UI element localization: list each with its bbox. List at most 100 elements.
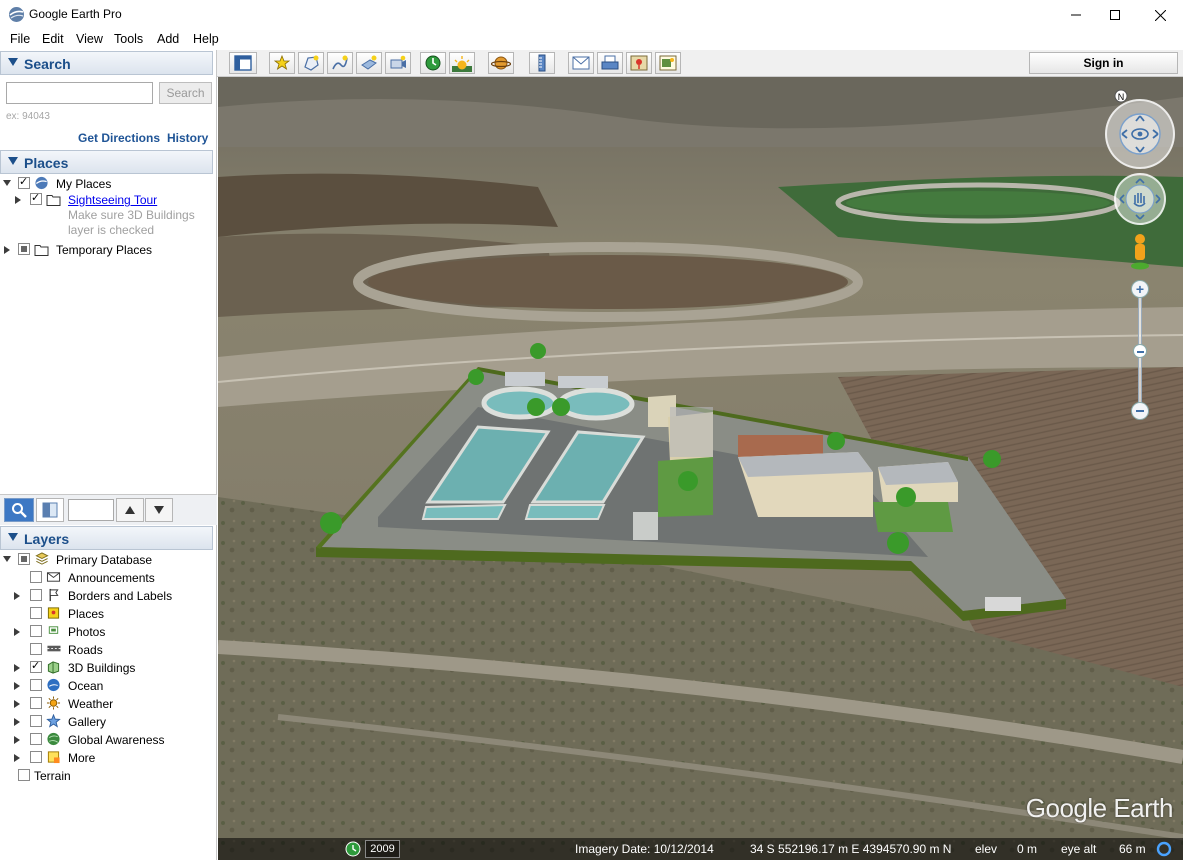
move-down-button[interactable] [145, 498, 173, 522]
switch-planet-button[interactable] [488, 52, 514, 74]
layer-checkbox[interactable] [30, 607, 42, 619]
layer-checkbox[interactable] [30, 643, 42, 655]
look-joystick[interactable] [1105, 99, 1175, 169]
expand-arrow-icon[interactable] [14, 592, 20, 600]
layer-item-gallery[interactable]: Gallery [0, 714, 217, 730]
layer-item-roads[interactable]: Roads [0, 642, 217, 658]
layer-item-primary-database[interactable]: Primary Database [0, 552, 217, 568]
street-view-pegman[interactable] [1130, 233, 1150, 271]
satellite-imagery[interactable] [218, 77, 1183, 860]
layer-checkbox[interactable] [30, 625, 42, 637]
add-path-button[interactable] [327, 52, 353, 74]
sign-in-button[interactable]: Sign in [1029, 52, 1178, 74]
lawn [873, 502, 953, 532]
move-joystick[interactable] [1114, 173, 1166, 225]
layer-item-places[interactable]: Places [0, 606, 217, 622]
expand-arrow-icon[interactable] [14, 754, 20, 762]
layer-item-weather[interactable]: Weather [0, 696, 217, 712]
search-input[interactable] [6, 82, 153, 104]
layer-item-announcements[interactable]: Announcements [0, 570, 217, 586]
search-places-button[interactable] [4, 498, 34, 522]
historical-imagery-button[interactable] [420, 52, 446, 74]
layer-item-global-awareness[interactable]: Global Awareness [0, 732, 217, 748]
sightseeing-checkbox[interactable] [30, 191, 42, 205]
close-button[interactable] [1137, 0, 1183, 30]
get-directions-link[interactable]: Get Directions [78, 131, 160, 145]
search-panel-header[interactable]: Search [0, 51, 213, 75]
layer-checkbox[interactable] [30, 751, 42, 763]
add-image-overlay-button[interactable] [356, 52, 382, 74]
toggle-sidebar-view-button[interactable] [36, 498, 64, 522]
settling-tank [524, 504, 606, 520]
places-filter-input[interactable] [68, 499, 114, 521]
layer-checkbox[interactable] [30, 571, 42, 583]
layer-checkbox[interactable] [18, 769, 30, 781]
layer-item-ocean[interactable]: Ocean [0, 678, 217, 694]
status-bar: 2009 Imagery Date: 10/12/2014 34 S 55219… [218, 838, 1183, 860]
menu-view[interactable]: View [76, 32, 103, 46]
layer-checkbox[interactable] [30, 659, 42, 673]
sunlight-button[interactable] [449, 52, 475, 74]
eye-altitude-label: eye alt [1061, 842, 1097, 856]
tree-item-sightseeing-tour[interactable]: Sightseeing Tour [0, 191, 217, 208]
expand-arrow-icon[interactable] [14, 736, 20, 744]
tree-item-temporary-places[interactable]: Temporary Places [0, 242, 217, 258]
arrow-up-icon [125, 506, 135, 514]
zoom-in-icon[interactable]: + [1131, 280, 1149, 298]
small-building [633, 512, 658, 540]
expand-arrow-icon[interactable] [14, 682, 20, 690]
layer-checkbox[interactable] [30, 679, 42, 691]
layer-checkbox[interactable] [18, 553, 30, 565]
expand-arrow-icon[interactable] [14, 718, 20, 726]
zoom-thumb[interactable] [1133, 344, 1147, 358]
layer-label: Roads [68, 643, 103, 657]
tree-item-my-places[interactable]: My Places [0, 175, 217, 192]
menu-tools[interactable]: Tools [114, 32, 143, 46]
sightseeing-tour-link[interactable]: Sightseeing Tour [68, 193, 157, 207]
record-tour-button[interactable] [385, 52, 411, 74]
layer-item-3d-buildings[interactable]: 3D Buildings [0, 659, 217, 676]
search-button[interactable]: Search [159, 82, 212, 104]
add-placemark-button[interactable] [269, 52, 295, 74]
expand-arrow-icon[interactable] [15, 196, 21, 204]
layer-item-terrain[interactable]: Terrain [0, 768, 217, 784]
expand-arrow-icon[interactable] [14, 664, 20, 672]
ruler-button[interactable] [529, 52, 555, 74]
layer-checkbox[interactable] [30, 715, 42, 727]
my-places-checkbox[interactable] [18, 175, 30, 189]
email-button[interactable] [568, 52, 594, 74]
save-image-button[interactable] [655, 52, 681, 74]
expand-arrow-icon[interactable] [14, 628, 20, 636]
menu-edit[interactable]: Edit [42, 32, 64, 46]
zoom-slider[interactable]: + [1131, 280, 1149, 420]
layer-label: Weather [68, 697, 114, 711]
expand-arrow-icon[interactable] [3, 180, 11, 186]
expand-arrow-icon[interactable] [14, 700, 20, 708]
layers-panel-header[interactable]: Layers [0, 526, 213, 550]
view-in-google-maps-button[interactable] [626, 52, 652, 74]
north-up-button[interactable]: N [1114, 89, 1128, 103]
layer-checkbox[interactable] [30, 733, 42, 745]
layer-item-more[interactable]: More [0, 750, 217, 766]
print-button[interactable] [597, 52, 623, 74]
historical-clock-icon[interactable] [345, 841, 361, 857]
earth-3d-view[interactable]: N + Google Earth 2009 Imagery Date: 10/1… [218, 77, 1183, 860]
move-up-button[interactable] [116, 498, 144, 522]
show-sidebar-button[interactable] [229, 52, 257, 74]
maximize-button[interactable] [1092, 0, 1138, 30]
menu-file[interactable]: File [10, 32, 30, 46]
menu-help[interactable]: Help [193, 32, 219, 46]
temporary-places-checkbox[interactable] [18, 243, 30, 255]
add-polygon-button[interactable] [298, 52, 324, 74]
zoom-out-icon[interactable] [1131, 402, 1149, 420]
layer-item-borders-and-labels[interactable]: Borders and Labels [0, 588, 217, 604]
layer-item-photos[interactable]: Photos [0, 624, 217, 640]
layer-checkbox[interactable] [30, 697, 42, 709]
history-link[interactable]: History [167, 131, 208, 145]
expand-arrow-icon[interactable] [3, 556, 11, 562]
layer-checkbox[interactable] [30, 589, 42, 601]
places-panel-header[interactable]: Places [0, 150, 213, 174]
expand-arrow-icon[interactable] [4, 246, 10, 254]
menu-add[interactable]: Add [157, 32, 179, 46]
layer-label: Borders and Labels [68, 589, 173, 603]
